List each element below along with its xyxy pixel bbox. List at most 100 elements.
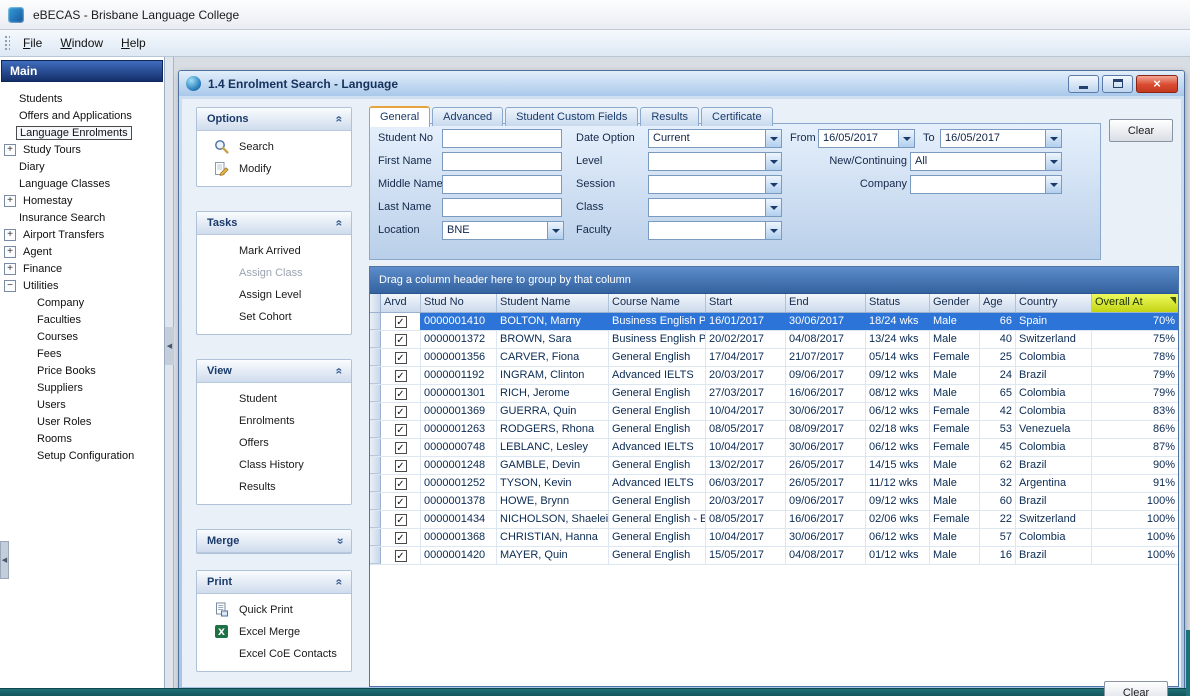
new-continuing-select[interactable]: All [910,152,1062,171]
panel-item-class-history[interactable]: Class History [197,454,351,476]
sidebar-item-user-roles[interactable]: User Roles [0,413,164,430]
table-row[interactable]: ✓0000001368CHRISTIAN, HannaGeneral Engli… [370,529,1178,547]
faculty-select[interactable] [648,221,782,240]
panel-item-modify[interactable]: Modify [197,158,351,180]
tab-student-custom-fields[interactable]: Student Custom Fields [505,107,638,126]
clear-button[interactable]: Clear [1109,119,1173,142]
panel-item-results[interactable]: Results [197,476,351,498]
column-header-end[interactable]: End [786,294,866,312]
group-by-band[interactable]: Drag a column header here to group by th… [370,267,1178,294]
sidebar-item-courses[interactable]: Courses [0,328,164,345]
arrived-checkbox[interactable]: ✓ [395,388,407,400]
class-select[interactable] [648,198,782,217]
middle-name-input[interactable] [442,175,562,194]
sidebar-item-students[interactable]: Students [0,90,164,107]
table-row[interactable]: ✓0000001420MAYER, QuinGeneral English15/… [370,547,1178,565]
sidebar-item-diary[interactable]: Diary [0,158,164,175]
chevron-down-icon[interactable]: « [333,538,347,545]
panel-item-set-cohort[interactable]: Set Cohort [197,306,351,328]
table-row[interactable]: ✓0000001192INGRAM, ClintonAdvanced IELTS… [370,367,1178,385]
panel-item-quick-print[interactable]: Quick Print [197,599,351,621]
panel-item-mark-arrived[interactable]: Mark Arrived [197,240,351,262]
table-row[interactable]: ✓0000001434NICHOLSON, ShaeleighGeneral E… [370,511,1178,529]
last-name-input[interactable] [442,198,562,217]
menu-help[interactable]: Help [112,32,155,54]
column-header-age[interactable]: Age [980,294,1016,312]
expand-icon[interactable]: + [4,229,16,241]
column-header-stud-no[interactable]: Stud No [421,294,497,312]
chevron-down-icon[interactable] [765,130,781,147]
chevron-down-icon[interactable] [1045,153,1061,170]
student-no-input[interactable] [442,129,562,148]
chevron-down-icon[interactable] [898,130,914,147]
arrived-checkbox[interactable]: ✓ [395,334,407,346]
menu-file[interactable]: File [14,32,51,54]
tab-results[interactable]: Results [640,107,699,126]
sidebar-item-offers-and-applications[interactable]: Offers and Applications [0,107,164,124]
panel-header-merge[interactable]: Merge« [197,530,351,553]
collapse-icon[interactable]: − [4,280,16,292]
sidebar-item-faculties[interactable]: Faculties [0,311,164,328]
arrived-checkbox[interactable]: ✓ [395,370,407,382]
chevron-up-icon[interactable]: « [333,368,347,375]
column-header-country[interactable]: Country [1016,294,1092,312]
location-select[interactable]: BNE [442,221,564,240]
edge-collapse-handle[interactable]: ◀ [0,541,9,579]
chevron-down-icon[interactable] [765,176,781,193]
sidebar-item-fees[interactable]: Fees [0,345,164,362]
table-row[interactable]: ✓0000001356CARVER, FionaGeneral English1… [370,349,1178,367]
table-row[interactable]: ✓0000001248GAMBLE, DevinGeneral English1… [370,457,1178,475]
panel-item-student[interactable]: Student [197,388,351,410]
arrived-checkbox[interactable]: ✓ [395,514,407,526]
arrived-checkbox[interactable]: ✓ [395,532,407,544]
minimize-button[interactable] [1068,75,1099,93]
chevron-down-icon[interactable] [1045,176,1061,193]
arrived-checkbox[interactable]: ✓ [395,406,407,418]
panel-item-assign-class[interactable]: Assign Class [197,262,351,284]
maximize-button[interactable] [1102,75,1133,93]
tab-advanced[interactable]: Advanced [432,107,503,126]
from-date-select[interactable]: 16/05/2017 [818,129,915,148]
sidebar-item-users[interactable]: Users [0,396,164,413]
table-row[interactable]: ✓0000001263RODGERS, RhonaGeneral English… [370,421,1178,439]
panel-header-print[interactable]: Print« [197,571,351,594]
sidebar-item-company[interactable]: Company [0,294,164,311]
arrived-checkbox[interactable]: ✓ [395,316,407,328]
menu-window[interactable]: Window [51,32,112,54]
sidebar-splitter[interactable]: ◀ [165,57,174,688]
chevron-down-icon[interactable] [765,222,781,239]
sidebar-item-suppliers[interactable]: Suppliers [0,379,164,396]
arrived-checkbox[interactable]: ✓ [395,424,407,436]
chevron-up-icon[interactable]: « [333,116,347,123]
panel-header-tasks[interactable]: Tasks« [197,212,351,235]
column-header-status[interactable]: Status [866,294,930,312]
panel-item-excel-coe-contacts[interactable]: Excel CoE Contacts [197,643,351,665]
company-select[interactable] [910,175,1062,194]
expand-icon[interactable]: + [4,195,16,207]
panel-item-excel-merge[interactable]: XExcel Merge [197,621,351,643]
panel-header-view[interactable]: View« [197,360,351,383]
sidebar-item-rooms[interactable]: Rooms [0,430,164,447]
table-row[interactable]: ✓0000001301RICH, JeromeGeneral English27… [370,385,1178,403]
first-name-input[interactable] [442,152,562,171]
table-row[interactable]: ✓0000001252TYSON, KevinAdvanced IELTS06/… [370,475,1178,493]
sidebar-item-utilities[interactable]: −Utilities [0,277,164,294]
panel-item-enrolments[interactable]: Enrolments [197,410,351,432]
sidebar-item-price-books[interactable]: Price Books [0,362,164,379]
window-title-bar[interactable]: 1.4 Enrolment Search - Language × [179,71,1184,96]
chevron-down-icon[interactable] [765,199,781,216]
chevron-up-icon[interactable]: « [333,220,347,227]
level-select[interactable] [648,152,782,171]
sidebar-item-homestay[interactable]: +Homestay [0,192,164,209]
sidebar-item-airport-transfers[interactable]: +Airport Transfers [0,226,164,243]
table-row[interactable]: ✓0000001369GUERRA, QuinGeneral English10… [370,403,1178,421]
chevron-down-icon[interactable] [1045,130,1061,147]
tab-general[interactable]: General [369,106,430,127]
column-header-course-name[interactable]: Course Name [609,294,706,312]
sidebar-item-language-enrolments[interactable]: Language Enrolments [0,124,164,141]
expand-icon[interactable]: + [4,144,16,156]
arrived-checkbox[interactable]: ✓ [395,478,407,490]
sidebar-item-insurance-search[interactable]: Insurance Search [0,209,164,226]
arrived-checkbox[interactable]: ✓ [395,352,407,364]
collapse-left-icon[interactable]: ◀ [165,327,174,365]
